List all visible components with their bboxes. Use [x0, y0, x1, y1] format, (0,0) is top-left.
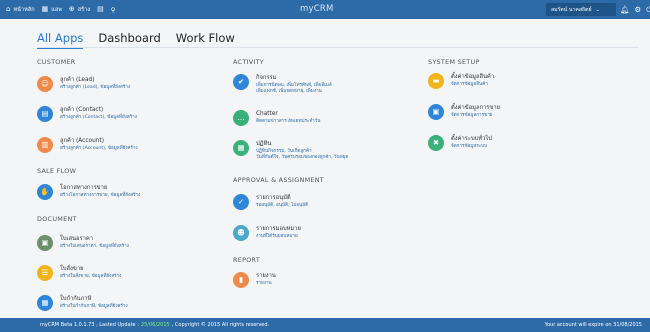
app-approval-title: รายการอนุมัติ: [256, 195, 291, 201]
list-icon: ☰: [37, 265, 53, 281]
brand-logo: myCRM: [300, 4, 334, 14]
apps-icon: ▦: [41, 5, 49, 13]
calendar-check-icon: ✔: [233, 74, 249, 90]
app-chatter-title: Chatter: [256, 111, 278, 117]
search-icon[interactable]: ⚲: [111, 6, 116, 14]
app-chatter[interactable]: … Chatter ติดตามข่าวสาร อัพเดทประจำวัน: [233, 110, 403, 126]
app-opportunity-subtitle: สร้างโอกาสทางการขาย, ข้อมูลที่ยังสร้าง: [60, 192, 141, 198]
top-navigation-bar: ⌂ หน้าหลัก ▦ แอพ ⊕ สร้าง ▤ ⚲ myCRM สมรัต…: [0, 0, 650, 19]
app-assignment-subtitle: งานที่ได้รับมอบหมาย: [256, 233, 298, 239]
app-invoice-subtitle: สร้างใบกำกับภาษี, ข้อมูลที่ยังสร้าง: [60, 303, 128, 309]
app-report-subtitle: รายงาน: [256, 280, 272, 286]
tabs-divider: [37, 47, 639, 48]
app-account-title: ลูกค้า (Account): [60, 138, 104, 144]
app-chatter-subtitle: ติดตามข่าวสาร อัพเดทประจำวัน: [256, 118, 321, 124]
footer-copyright: , Copyright © 2015 All rights reserved.: [171, 322, 270, 328]
app-sales-setup[interactable]: ▣ ตั้งค่าข้อมูลการขาย จัดการข้อมูลการขาย: [428, 104, 598, 120]
app-sales-order-title: ใบสั่งขาย: [60, 266, 84, 272]
app-account[interactable]: ▥ ลูกค้า (Account) สร้างลูกค้า (Account)…: [37, 137, 207, 153]
app-contact-title: ลูกค้า (Contact): [60, 107, 104, 113]
app-calendar-subtitle-2: วันที่กันต์ใจ, วันครบรอบของกองลูกค้า, วั…: [256, 154, 349, 160]
app-assignment-title: รายการมอบหมาย: [256, 226, 301, 232]
app-lead-title: ลูกค้า (Lead): [60, 77, 95, 83]
app-assignment[interactable]: ☻ รายการมอบหมาย งานที่ได้รับมอบหมาย: [233, 225, 403, 241]
app-sales-order-subtitle: สร้างใบสั่งขาย, ข้อมูลที่ยังสร้าง: [60, 273, 122, 279]
home-icon: ⌂: [6, 5, 11, 13]
approval-list-icon: ✓: [233, 194, 249, 210]
app-invoice-title: ใบกำกับภาษี: [60, 296, 92, 302]
app-general-setup-title: ตั้งค่าระบบทั่วไป: [451, 136, 492, 142]
footer-bar: myCRM Beta 1.0.1.73 , Lasted Update : 25…: [0, 318, 650, 332]
app-product-setup[interactable]: ▬ ตั้งค่าข้อมูลสินค้า จัดการข้อมูลสินค้า: [428, 73, 598, 89]
section-report: REPORT: [233, 256, 261, 264]
panel-icon: ▤: [97, 5, 104, 13]
app-quotation[interactable]: ▣ ใบเสนอราคา สร้างใบเสนอราคา, ข้อมูลที่ย…: [37, 235, 207, 251]
document-icon: ▦: [37, 295, 53, 311]
apps-link[interactable]: ▦ แอพ: [42, 6, 62, 14]
app-opportunity-title: โอกาสทางการขาย: [60, 185, 108, 191]
panel-toggle[interactable]: ▤: [97, 6, 104, 13]
chevron-down-icon: ⌄: [595, 6, 600, 13]
gear-icon[interactable]: ⚙: [635, 6, 642, 14]
power-icon[interactable]: ⏻: [646, 6, 650, 14]
apps-label: แอพ: [51, 6, 62, 13]
app-report[interactable]: ▮ รายงาน รายงาน: [233, 272, 403, 288]
app-activity[interactable]: ✔ กิจกรรม เพิ่มการนัดพบ, เพิ่มโทรศัพท์, …: [233, 74, 403, 95]
bell-icon[interactable]: 🔔︎: [620, 6, 630, 14]
chat-bubble-icon: …: [233, 110, 249, 126]
topbar-nav: ⌂ หน้าหลัก ▦ แอพ ⊕ สร้าง ▤ ⚲: [6, 0, 115, 19]
app-sales-order[interactable]: ☰ ใบสั่งขาย สร้างใบสั่งขาย, ข้อมูลที่ยัง…: [37, 265, 207, 281]
box-icon: ▣: [428, 104, 444, 120]
person-icon: ☺: [37, 76, 53, 92]
plus-circle-icon: ⊕: [68, 5, 75, 13]
app-opportunity[interactable]: ✋ โอกาสทางการขาย สร้างโอกาสทางการขาย, ข้…: [37, 184, 207, 200]
app-activity-subtitle-2: เพิ่มแฟกซ์, เพิ่มจดหมาย, เพิ่มงาน: [256, 88, 322, 94]
app-lead[interactable]: ☺ ลูกค้า (Lead) สร้างลูกค้า (Lead), ข้อม…: [37, 76, 207, 92]
app-quotation-title: ใบเสนอราคา: [60, 236, 93, 242]
app-product-setup-title: ตั้งค่าข้อมูลสินค้า: [451, 74, 495, 80]
app-general-setup[interactable]: ✖ ตั้งค่าระบบทั่วไป จัดการข้อมูลระบบ: [428, 135, 598, 151]
clipboard-icon: ▣: [37, 235, 53, 251]
section-customer: CUSTOMER: [37, 58, 76, 66]
create-link[interactable]: ⊕ สร้าง: [69, 6, 90, 14]
app-general-setup-subtitle: จัดการข้อมูลระบบ: [451, 143, 488, 149]
footer-version: myCRM Beta 1.0.1.73 , Lasted Update :: [40, 322, 139, 328]
handshake-icon: ✋: [37, 184, 53, 200]
building-icon: ▥: [37, 137, 53, 153]
app-lead-subtitle: สร้างลูกค้า (Lead), ข้อมูลที่ยังสร้าง: [60, 84, 131, 90]
truck-icon: ▬: [428, 73, 444, 89]
calendar-icon: ▦: [233, 140, 249, 156]
app-contact-subtitle: สร้างลูกค้า (Contact), ข้อมูลที่ยังสร้าง: [60, 114, 137, 120]
section-system-setup: SYSTEM SETUP: [428, 58, 480, 66]
app-calendar[interactable]: ▦ ปฏิทิน ปฏิทินกิจกรรม, วันเกิดลูกค้า วั…: [233, 140, 403, 161]
app-report-title: รายงาน: [256, 273, 276, 279]
app-sales-setup-title: ตั้งค่าข้อมูลการขาย: [451, 105, 501, 111]
create-label: สร้าง: [77, 6, 91, 13]
tools-icon: ✖: [428, 135, 444, 151]
home-link[interactable]: ⌂ หน้าหลัก: [6, 6, 35, 14]
contact-card-icon: ▤: [37, 106, 53, 122]
app-sales-setup-subtitle: จัดการข้อมูลการขาย: [451, 112, 493, 118]
home-label: หน้าหลัก: [13, 6, 35, 13]
app-invoice[interactable]: ▦ ใบกำกับภาษี สร้างใบกำกับภาษี, ข้อมูลที…: [37, 295, 207, 311]
footer-expiry: Your account will expire on 31/08/2015: [544, 322, 642, 328]
section-sale-flow: SALE FLOW: [37, 167, 77, 175]
app-product-setup-subtitle: จัดการข้อมูลสินค้า: [451, 81, 488, 87]
footer-update-date: 25/06/2015: [140, 322, 170, 328]
section-activity: ACTIVITY: [233, 58, 264, 66]
app-calendar-title: ปฏิทิน: [256, 141, 272, 147]
users-icon: ☻: [233, 225, 249, 241]
section-approval: APPROVAL & ASSIGNMENT: [233, 176, 325, 184]
app-approval[interactable]: ✓ รายการอนุมัติ รออนุมัติ, อนุมัติ, ไม่อ…: [233, 194, 403, 210]
app-account-subtitle: สร้างลูกค้า (Account), ข้อมูลที่ยังสร้าง: [60, 145, 138, 151]
bar-chart-icon: ▮: [233, 272, 249, 288]
app-approval-subtitle: รออนุมัติ, อนุมัติ, ไม่อนุมัติ: [256, 202, 309, 208]
app-quotation-subtitle: สร้างใบเสนอราคา, ข้อมูลที่ยังสร้าง: [60, 243, 129, 249]
section-document: DOCUMENT: [37, 215, 77, 223]
user-menu[interactable]: สมรัตน์ นาคสถิตย์ ⌄: [546, 3, 616, 16]
user-name: สมรัตน์ นาคสถิตย์: [551, 6, 592, 13]
app-activity-title: กิจกรรม: [256, 75, 277, 81]
app-contact[interactable]: ▤ ลูกค้า (Contact) สร้างลูกค้า (Contact)…: [37, 106, 207, 122]
topbar-right-icons: 🔔︎ ⚙ ⏻: [620, 0, 650, 19]
